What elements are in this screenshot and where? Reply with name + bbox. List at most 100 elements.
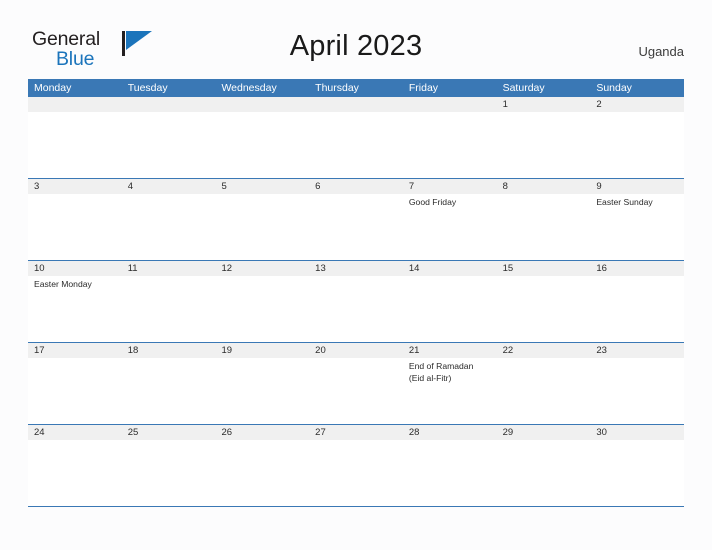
calendar-week-row: 10 11 12 13 14 15 16 Easter Monday [28, 260, 684, 342]
country-label: Uganda [638, 44, 684, 59]
day-events-empty [122, 112, 216, 178]
day-events-empty [215, 112, 309, 178]
day-events-empty [28, 112, 122, 178]
page-title: April 2023 [289, 30, 423, 62]
day-number[interactable]: 4 [122, 179, 216, 194]
date-number-row: 10 11 12 13 14 15 16 [28, 261, 684, 276]
day-number[interactable]: 5 [215, 179, 309, 194]
day-events-empty [122, 440, 216, 506]
day-events-empty [497, 358, 591, 424]
day-events-empty [309, 194, 403, 260]
day-number[interactable]: 17 [28, 343, 122, 358]
weekday-header-row: Monday Tuesday Wednesday Thursday Friday Satu… [28, 79, 684, 97]
event-row: End of Ramadan (Eid al-Fitr) [28, 358, 684, 424]
day-events-empty [215, 440, 309, 506]
day-events[interactable]: Good Friday [403, 194, 497, 260]
date-number-row: 12 [28, 97, 684, 112]
weekday-header-wednesday: Wednesday [221, 82, 277, 94]
calendar-weeks: 1 2 3 4 5 6 7 8 9 Good Friday Easter Sunday 10 11 12 1… [28, 97, 684, 507]
day-number[interactable]: 1 [497, 97, 591, 112]
weekday-header-sunday: Sunday [596, 82, 632, 94]
day-number-empty [403, 97, 497, 112]
day-events-empty [28, 440, 122, 506]
day-number[interactable]: 24 [28, 425, 122, 440]
day-events-empty [309, 358, 403, 424]
day-events-empty [497, 194, 591, 260]
page-header: General Blue April 2023 Uganda [0, 0, 712, 78]
day-number-empty [122, 97, 216, 112]
day-number[interactable]: 30 [590, 425, 684, 440]
weekday-header-thursday: Thursday [315, 82, 359, 94]
day-number[interactable]: 18 [122, 343, 216, 358]
calendar-grid: Monday Tuesday Wednesday Thursday Friday Satu… [28, 79, 684, 507]
day-events-empty [215, 358, 309, 424]
holiday-label: End of Ramadan [408, 361, 474, 371]
day-events-empty [403, 276, 497, 342]
day-events-empty [309, 276, 403, 342]
calendar-week-row: 3 4 5 6 7 8 9 Good Friday Easter Sunday [28, 178, 684, 260]
day-number[interactable]: 23 [590, 343, 684, 358]
day-number[interactable]: 10 [28, 261, 122, 276]
day-events-empty [122, 358, 216, 424]
day-events-empty [590, 440, 684, 506]
day-number[interactable]: 16 [590, 261, 684, 276]
calendar-week-row: 12 [28, 97, 684, 178]
day-number[interactable]: 9 [590, 179, 684, 194]
holiday-label: Easter Sunday [596, 197, 653, 207]
day-number[interactable]: 28 [403, 425, 497, 440]
day-events-empty [497, 276, 591, 342]
weekday-header-friday: Friday [408, 82, 439, 94]
day-number[interactable]: 25 [122, 425, 216, 440]
date-number-row: 24 25 26 27 28 29 30 [28, 425, 684, 440]
day-events-empty [497, 112, 591, 178]
day-number[interactable]: 15 [497, 261, 591, 276]
day-number[interactable]: 14 [403, 261, 497, 276]
day-events-empty [215, 194, 309, 260]
day-events-empty [590, 112, 684, 178]
calendar-week-row: 24 25 26 27 28 29 30 [28, 424, 684, 507]
day-events-empty [309, 440, 403, 506]
weekday-header-saturday: Saturday [502, 82, 545, 94]
day-number[interactable]: 26 [215, 425, 309, 440]
event-row: Easter Monday [28, 276, 684, 342]
day-number[interactable]: 22 [497, 343, 591, 358]
day-events-empty [28, 194, 122, 260]
day-number[interactable]: 21 [403, 343, 497, 358]
day-events-empty [122, 194, 216, 260]
day-number-empty [215, 97, 309, 112]
weekday-header-monday: Monday [34, 82, 72, 94]
date-number-row: 17 18 19 20 21 22 23 [28, 343, 684, 358]
event-row: Good Friday Easter Sunday [28, 194, 684, 260]
day-number[interactable]: 12 [215, 261, 309, 276]
day-number[interactable]: 2 [590, 97, 684, 112]
day-events[interactable]: Easter Monday [28, 276, 122, 342]
event-row [28, 440, 684, 506]
day-events-empty [403, 440, 497, 506]
calendar-page: General Blue April 2023 Uganda Monday Tue… [0, 0, 712, 550]
day-number[interactable]: 11 [122, 261, 216, 276]
day-number[interactable]: 13 [309, 261, 403, 276]
day-number[interactable]: 20 [309, 343, 403, 358]
day-events-empty [590, 276, 684, 342]
day-number[interactable]: 8 [497, 179, 591, 194]
day-number[interactable]: 6 [309, 179, 403, 194]
weekday-header-tuesday: Tuesday [127, 82, 168, 94]
holiday-label: (Eid al-Fitr) [408, 372, 452, 383]
day-events[interactable]: Easter Sunday [590, 194, 684, 260]
day-events[interactable]: End of Ramadan (Eid al-Fitr) [403, 358, 497, 424]
day-number[interactable]: 3 [28, 179, 122, 194]
day-number-empty [28, 97, 122, 112]
day-number[interactable]: 29 [497, 425, 591, 440]
holiday-label: Good Friday [408, 197, 457, 207]
day-number[interactable]: 19 [215, 343, 309, 358]
holiday-label: Easter Monday [34, 279, 92, 289]
day-events-empty [122, 276, 216, 342]
day-number-empty [309, 97, 403, 112]
day-events-empty [590, 358, 684, 424]
day-number[interactable]: 7 [403, 179, 497, 194]
day-events-empty [28, 358, 122, 424]
date-number-row: 3456789 [28, 179, 684, 194]
day-events-empty [215, 276, 309, 342]
calendar-week-row: 17 18 19 20 21 22 23 End of Ramadan (Eid al-Fitr… [28, 342, 684, 424]
day-number[interactable]: 27 [309, 425, 403, 440]
